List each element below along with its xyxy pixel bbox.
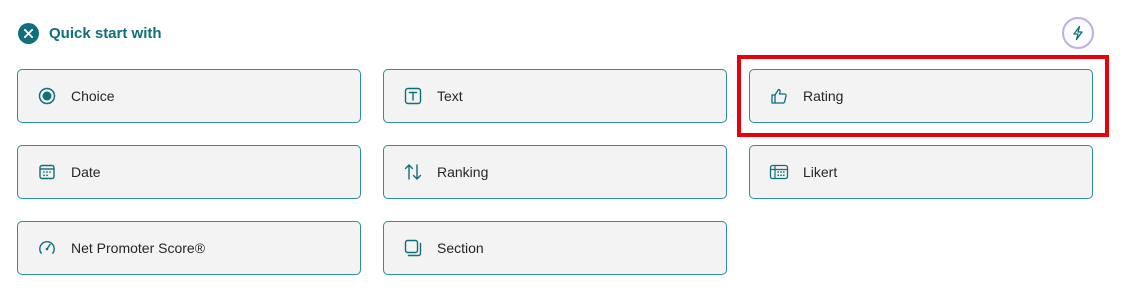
lightning-icon	[1073, 25, 1083, 41]
option-label: Rating	[803, 88, 844, 104]
option-choice-button[interactable]: Choice	[17, 69, 361, 123]
option-net-promoter-score-button[interactable]: Net Promoter Score®	[17, 221, 361, 275]
option-label: Text	[437, 88, 463, 104]
section-icon	[403, 238, 423, 258]
copilot-button[interactable]	[1062, 17, 1094, 49]
option-label: Date	[71, 164, 101, 180]
option-text-button[interactable]: Text	[383, 69, 727, 123]
ranking-arrows-icon	[403, 162, 423, 182]
option-label: Choice	[71, 88, 115, 104]
option-label: Section	[437, 240, 484, 256]
likert-icon	[769, 162, 789, 182]
option-label: Likert	[803, 164, 838, 180]
calendar-icon	[37, 162, 57, 182]
option-ranking-button[interactable]: Ranking	[383, 145, 727, 199]
option-label: Net Promoter Score®	[71, 240, 206, 256]
option-date-button[interactable]: Date	[17, 145, 361, 199]
gauge-icon	[37, 238, 57, 258]
option-likert-button[interactable]: Likert	[749, 145, 1093, 199]
quick-start-header: Quick start with	[18, 22, 162, 44]
option-section-button[interactable]: Section	[383, 221, 727, 275]
radio-icon	[37, 86, 57, 106]
text-icon	[403, 86, 423, 106]
close-icon	[24, 28, 33, 38]
quick-start-title: Quick start with	[49, 24, 162, 42]
thumbs-up-icon	[769, 86, 789, 106]
option-label: Ranking	[437, 164, 489, 180]
close-quick-start-button[interactable]	[18, 22, 39, 44]
option-rating-button[interactable]: Rating	[749, 69, 1093, 123]
